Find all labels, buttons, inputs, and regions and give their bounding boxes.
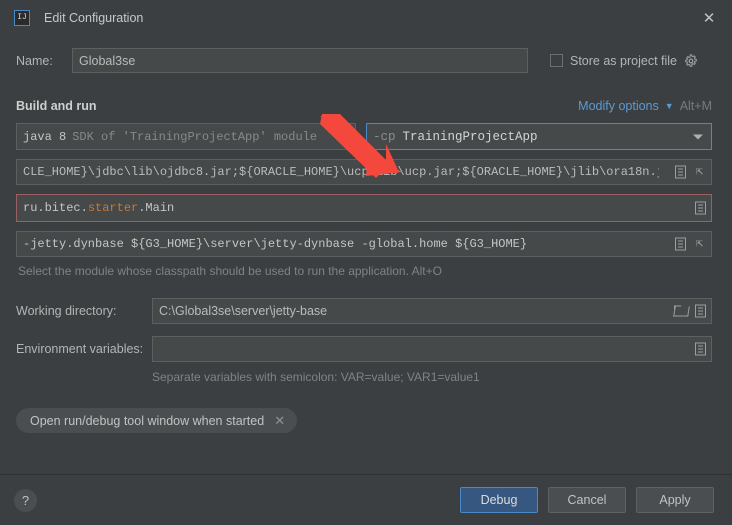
- store-as-project-file-row[interactable]: Store as project file: [550, 54, 698, 68]
- environment-variables-icons: [695, 342, 706, 356]
- main-class-icons: [695, 201, 706, 215]
- vm-options-value: -jetty.dynbase ${G3_HOME}\server\jetty-d…: [23, 237, 528, 251]
- list-icon[interactable]: [695, 342, 706, 356]
- main-class-row: ru.bitec.starter.Main: [16, 194, 712, 222]
- sdk-and-classpath-row: java 8 SDK of 'TrainingProjectApp' modul…: [16, 123, 712, 150]
- expand-icon[interactable]: ⇱: [693, 165, 706, 179]
- name-input-value: Global3se: [79, 53, 136, 68]
- program-arguments-input[interactable]: CLE_HOME}\jdbc\lib\ojdbc8.jar;${ORACLE_H…: [16, 159, 712, 185]
- name-label: Name:: [16, 53, 53, 68]
- jre-module-secondary: SDK of 'TrainingProjectApp' module: [72, 129, 318, 144]
- program-arguments-row: CLE_HOME}\jdbc\lib\ojdbc8.jar;${ORACLE_H…: [16, 159, 712, 185]
- main-class-suffix: .Main: [138, 201, 175, 215]
- folder-open-icon[interactable]: [674, 305, 688, 317]
- program-arguments-icons: ⇱: [675, 165, 706, 179]
- dialog-footer: ? Debug Cancel Apply: [0, 475, 732, 525]
- debug-button[interactable]: Debug: [460, 487, 538, 513]
- classpath-module-value: TrainingProjectApp: [402, 129, 538, 144]
- chip-label: Open run/debug tool window when started: [30, 413, 265, 428]
- build-and-run-title: Build and run: [16, 99, 97, 113]
- dialog-content: Name: Global3se Store as project file Bu…: [0, 36, 732, 476]
- intellij-idea-icon: IJ: [14, 10, 30, 26]
- main-class-prefix: ru.bitec.: [23, 201, 88, 215]
- jre-module-combo[interactable]: java 8 SDK of 'TrainingProjectApp' modul…: [16, 123, 356, 150]
- list-icon[interactable]: [675, 165, 686, 179]
- program-arguments-value: CLE_HOME}\jdbc\lib\ojdbc8.jar;${ORACLE_H…: [23, 165, 659, 179]
- chevron-down-icon[interactable]: ▼: [665, 101, 674, 111]
- modify-options-shortcut: Alt+M: [679, 99, 712, 113]
- vm-options-icons: ⇱: [675, 237, 706, 251]
- vm-options-input[interactable]: -jetty.dynbase ${G3_HOME}\server\jetty-d…: [16, 231, 712, 257]
- jre-module-primary: java 8: [23, 129, 67, 144]
- store-as-project-file-label: Store as project file: [570, 53, 677, 68]
- vm-options-row: -jetty.dynbase ${G3_HOME}\server\jetty-d…: [16, 231, 712, 257]
- working-directory-value: C:\Global3se\server\jetty-base: [159, 304, 328, 318]
- working-directory-row: Working directory: C:\Global3se\server\j…: [16, 298, 712, 324]
- window-title: Edit Configuration: [44, 11, 144, 25]
- list-icon[interactable]: [675, 237, 686, 251]
- dropdown-arrow-icon[interactable]: [337, 134, 347, 139]
- window-title-bar: IJ Edit Configuration ✕: [0, 0, 732, 36]
- modify-options-group[interactable]: Modify options ▼ Alt+M: [578, 99, 712, 113]
- environment-variables-input[interactable]: [152, 336, 712, 362]
- environment-variables-label: Environment variables:: [16, 342, 144, 356]
- expand-icon[interactable]: ⇱: [693, 237, 706, 251]
- environment-variables-hint: Separate variables with semicolon: VAR=v…: [152, 370, 480, 384]
- main-class-input[interactable]: ru.bitec.starter.Main: [16, 194, 712, 222]
- name-input[interactable]: Global3se: [72, 48, 528, 73]
- working-directory-input[interactable]: C:\Global3se\server\jetty-base: [152, 298, 712, 324]
- build-and-run-header: Build and run Modify options ▼ Alt+M: [16, 99, 712, 113]
- main-class-value: ru.bitec.starter.Main: [23, 201, 174, 215]
- cancel-button[interactable]: Cancel: [548, 487, 626, 513]
- help-icon[interactable]: ?: [14, 488, 37, 512]
- module-hint-text: Select the module whose classpath should…: [18, 264, 442, 278]
- list-icon[interactable]: [695, 201, 706, 215]
- classpath-combo[interactable]: -cp TrainingProjectApp: [366, 123, 712, 150]
- close-icon[interactable]: ✕: [700, 9, 718, 27]
- footer-button-group: Debug Cancel Apply: [460, 487, 714, 513]
- working-directory-icons: [674, 304, 706, 318]
- working-directory-label: Working directory:: [16, 304, 117, 318]
- options-chip-row: Open run/debug tool window when started …: [16, 408, 712, 433]
- modify-options-link[interactable]: Modify options: [578, 99, 659, 113]
- main-class-highlight: starter: [87, 201, 139, 215]
- classpath-flag: -cp: [373, 129, 396, 144]
- dropdown-arrow-icon[interactable]: [693, 134, 703, 139]
- name-row: Name: Global3se Store as project file: [16, 48, 712, 73]
- gear-icon[interactable]: [684, 53, 698, 68]
- environment-variables-row: Environment variables:: [16, 336, 712, 362]
- apply-button[interactable]: Apply: [636, 487, 714, 513]
- open-run-debug-tool-window-chip[interactable]: Open run/debug tool window when started …: [16, 408, 298, 433]
- close-icon[interactable]: ✕: [274, 414, 285, 427]
- list-icon[interactable]: [695, 304, 706, 318]
- store-as-project-file-checkbox[interactable]: [550, 54, 563, 67]
